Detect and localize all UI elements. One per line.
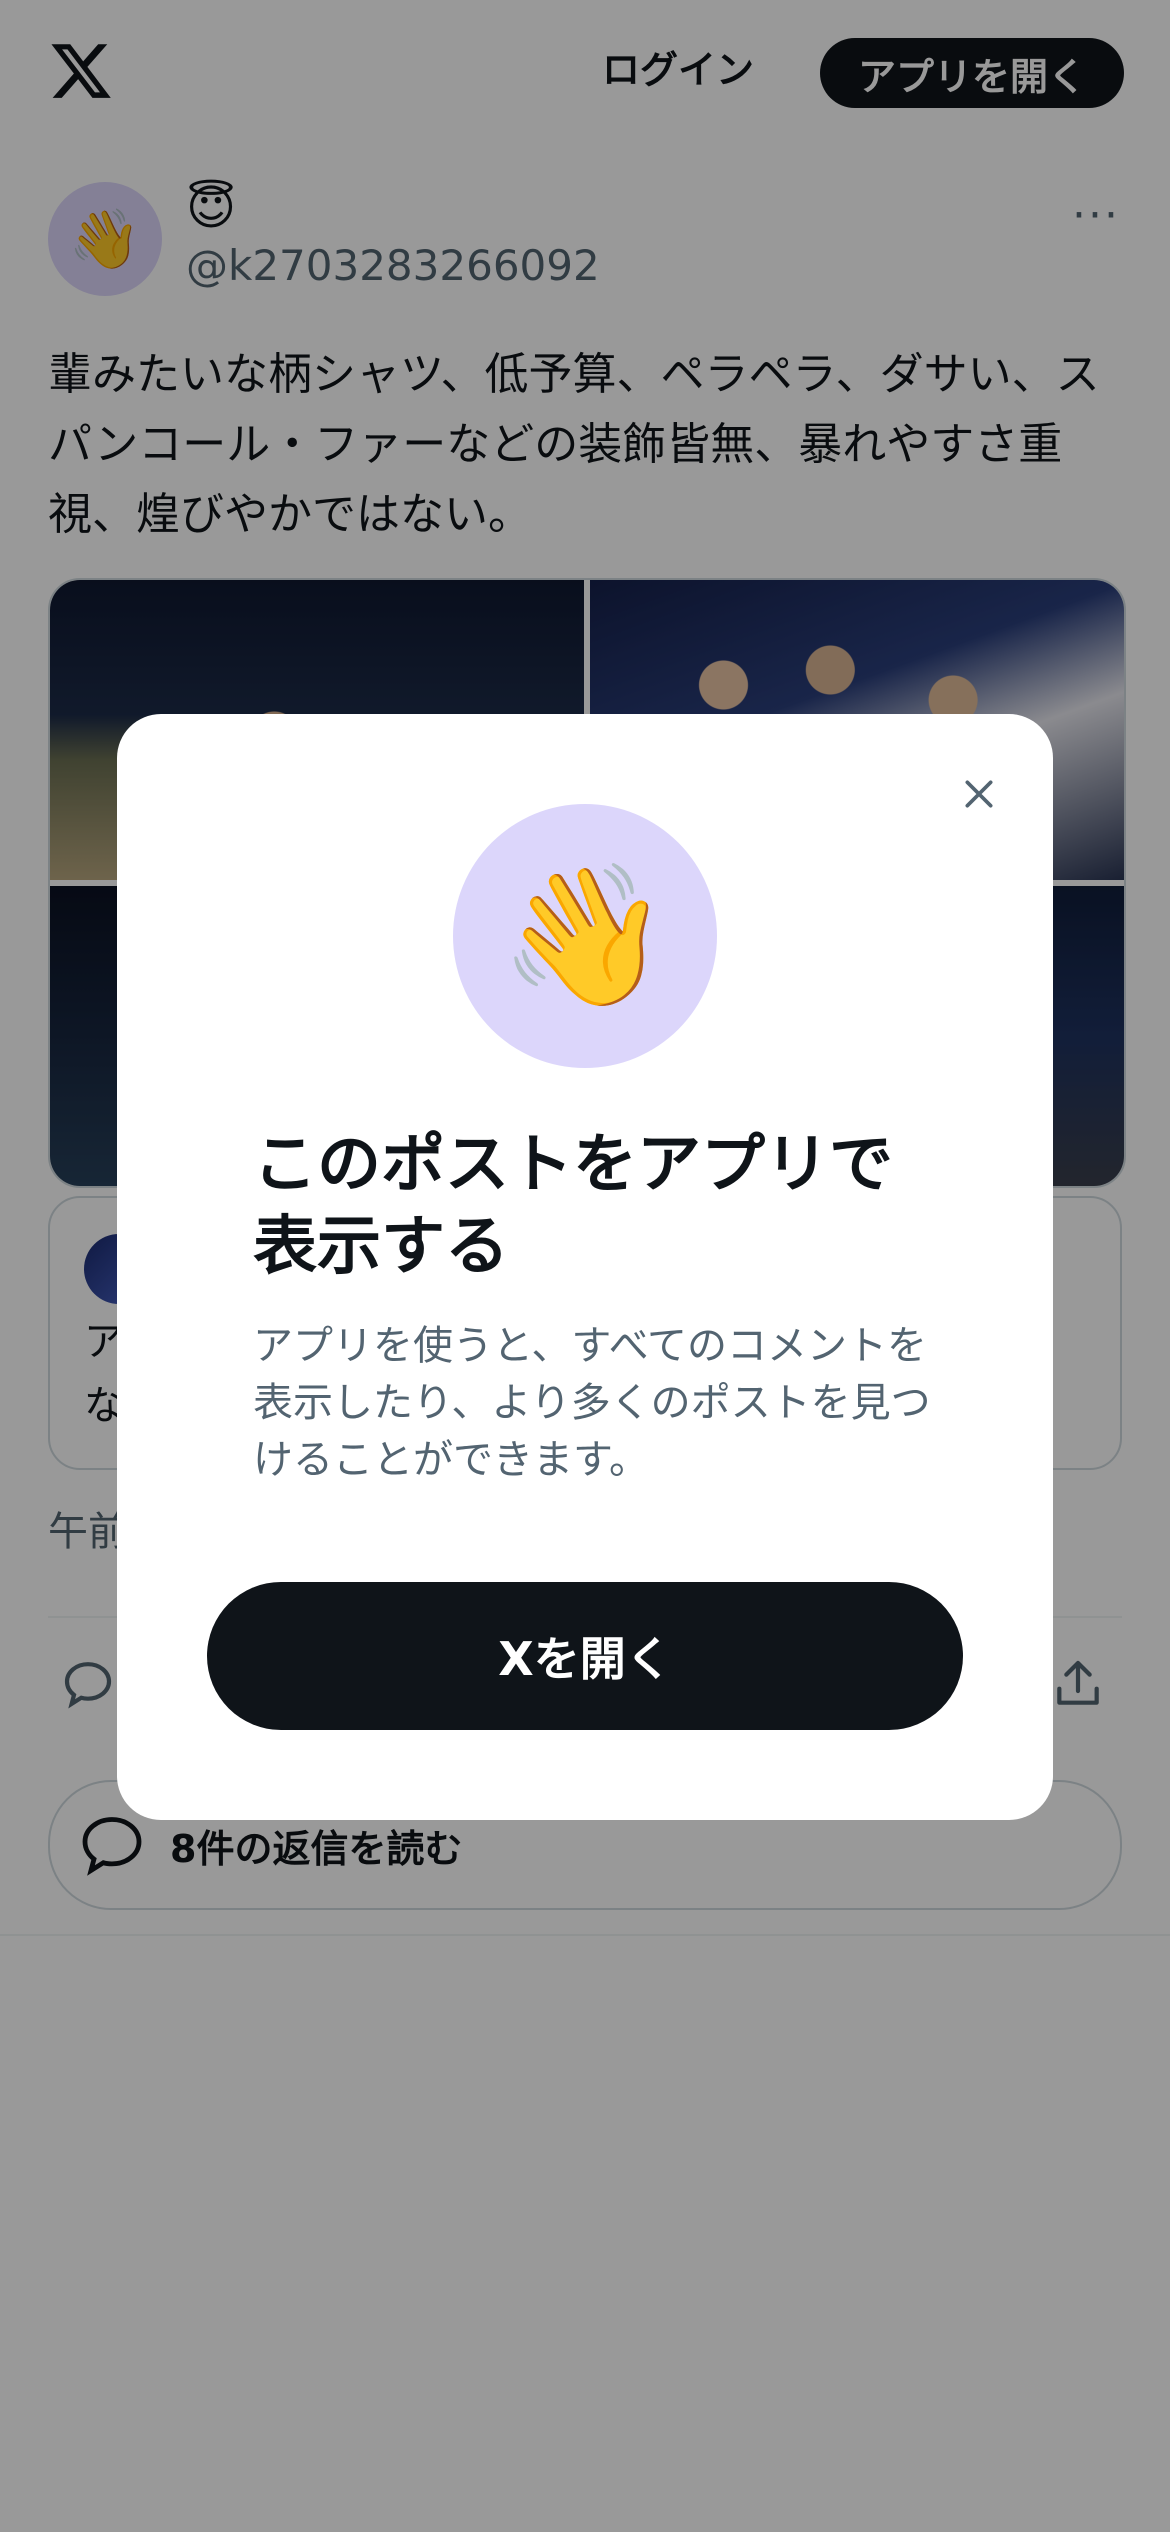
open-in-app-dialog: 👋 このポストをアプリで表示する アプリを使うと、すべてのコメントを表示したり、… <box>117 714 1053 1820</box>
waving-hand-icon: 👋 <box>453 804 717 1068</box>
close-icon <box>965 780 993 808</box>
close-button[interactable] <box>947 762 1011 826</box>
dialog-title: このポストをアプリで表示する <box>253 1128 893 1284</box>
open-x-button[interactable]: Xを開く <box>207 1582 963 1730</box>
dialog-description: アプリを使うと、すべてのコメントを表示したり、より多くのポストを見つけることがで… <box>253 1323 931 1483</box>
